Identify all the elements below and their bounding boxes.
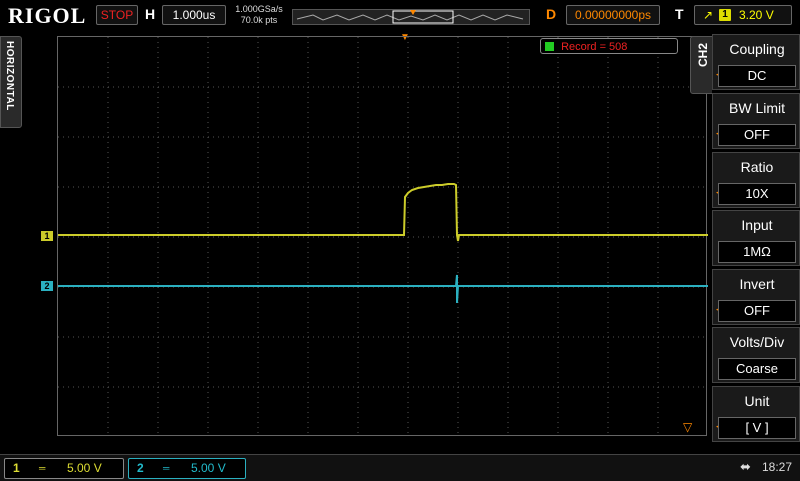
record-indicator: Record = 508 — [540, 38, 678, 54]
memory-overview-bar — [292, 9, 530, 25]
horizontal-menu-tab[interactable]: HORIZONTAL — [0, 36, 22, 128]
usb-icon: ⬌ — [740, 459, 751, 474]
channel-tab-label: CH2 — [696, 43, 710, 68]
ch1-trace — [58, 183, 708, 242]
waveform-display[interactable] — [57, 36, 708, 437]
menu-input[interactable]: Input 1MΩ — [712, 210, 800, 266]
menu-title: Invert — [739, 276, 775, 292]
menu-title: Input — [741, 217, 773, 233]
menu-coupling[interactable]: Coupling ◀ DC — [712, 34, 800, 90]
ch1-offset-marker[interactable]: 1 — [41, 231, 53, 241]
trigger-settings[interactable]: ↗ 1 3.20 V — [694, 5, 792, 25]
menu-value: OFF — [718, 124, 796, 146]
menu-title: Ratio — [740, 159, 774, 175]
ch2-trace — [58, 274, 708, 304]
trigger-level-icon[interactable]: ▽ — [683, 420, 692, 434]
menu-ratio[interactable]: Ratio ◀ 10X — [712, 152, 800, 208]
graticule — [58, 37, 708, 437]
menu-unit[interactable]: Unit ◀ [ V ] — [712, 386, 800, 442]
ch1-scale: 5.00 V — [67, 461, 102, 475]
ch1-number: 1 — [13, 461, 20, 475]
dc-coupling-icon: ═ — [39, 463, 46, 473]
menu-title: BW Limit — [729, 100, 785, 116]
gridlines — [58, 37, 708, 437]
dc-coupling-icon: ═ — [163, 463, 170, 473]
timebase-readout[interactable]: 1.000us — [162, 5, 226, 25]
record-count: Record = 508 — [561, 41, 628, 53]
clock: 18:27 — [762, 460, 793, 474]
trigger-delay-readout[interactable]: 0.00000000ps — [566, 5, 660, 25]
horizontal-label: H — [145, 6, 156, 22]
ch2-scale: 5.00 V — [191, 461, 226, 475]
rising-edge-icon: ↗ — [703, 8, 714, 22]
horizontal-tab-label: HORIZONTAL — [4, 41, 15, 111]
menu-title: Unit — [744, 393, 770, 409]
channel-menu-tab[interactable]: CH2 — [690, 36, 714, 94]
delay-label: D — [546, 6, 557, 22]
menu-value: Coarse — [718, 358, 796, 380]
ch2-status[interactable]: 2 ═ 5.00 V — [128, 458, 246, 479]
top-status-bar: RIGOL STOP H 1.000us 1.000GSa/s 70.0k pt… — [0, 0, 800, 30]
rigol-logo: RIGOL — [8, 3, 87, 28]
sample-rate: 1.000GSa/s — [235, 4, 283, 14]
menu-value: 10X — [718, 183, 796, 205]
bottom-status-bar: 1 ═ 5.00 V 2 ═ 5.00 V ⬌ 18:27 — [0, 454, 800, 481]
ch2-number: 2 — [137, 461, 144, 475]
menu-title: Volts/Div — [729, 334, 785, 350]
menu-value: [ V ] — [718, 417, 796, 439]
record-led-icon — [545, 42, 554, 51]
trigger-label: T — [675, 6, 684, 22]
trigger-source: 1 — [719, 9, 731, 21]
menu-title: Coupling — [729, 41, 785, 57]
menu-bw-limit[interactable]: BW Limit ◀ OFF — [712, 93, 800, 149]
menu-value: DC — [718, 65, 796, 87]
menu-value: 1MΩ — [718, 241, 796, 263]
softkey-menu: Coupling ◀ DC BW Limit ◀ OFF Ratio ◀ 10X… — [712, 34, 800, 446]
menu-value: OFF — [718, 300, 796, 322]
run-stop-indicator[interactable]: STOP — [96, 5, 138, 25]
ch2-offset-marker[interactable]: 2 — [41, 281, 53, 291]
menu-invert[interactable]: Invert ◀ OFF — [712, 269, 800, 325]
ch1-status[interactable]: 1 ═ 5.00 V — [4, 458, 124, 479]
memory-depth: 70.0k pts — [240, 15, 278, 25]
menu-volts-div[interactable]: Volts/Div Coarse — [712, 327, 800, 383]
trigger-level: 3.20 V — [739, 8, 774, 22]
